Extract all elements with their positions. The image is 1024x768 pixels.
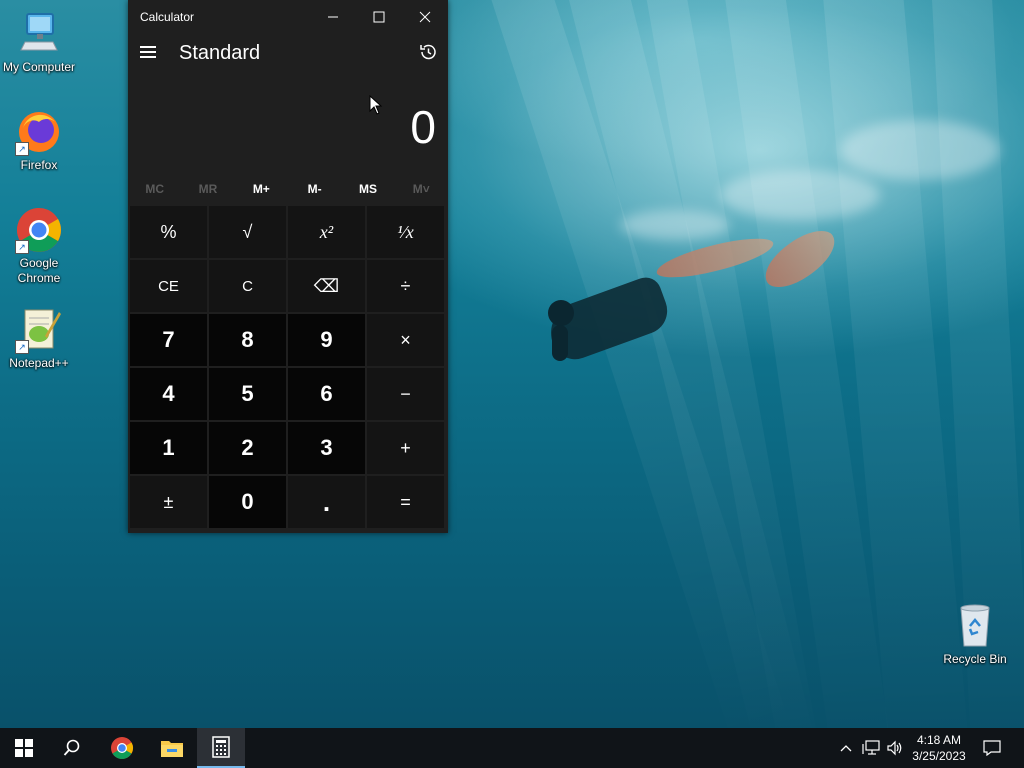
firefox-icon: ↗ [15, 108, 63, 156]
shortcut-arrow-icon: ↗ [15, 240, 29, 254]
equals-key[interactable]: = [367, 476, 444, 528]
clear-entry-key[interactable]: CE [130, 260, 207, 312]
backspace-key[interactable]: ⌫ [288, 260, 365, 312]
memory-store-button[interactable]: MS [341, 177, 394, 201]
taskbar-clock[interactable]: 4:18 AM 3/25/2023 [900, 732, 978, 764]
taskbar-chrome-button[interactable] [98, 728, 146, 768]
chevron-up-icon [840, 745, 852, 752]
recycle-bin-icon [951, 602, 999, 650]
taskbar-calculator-button[interactable] [197, 728, 245, 768]
shortcut-arrow-icon: ↗ [15, 142, 29, 156]
network-button[interactable] [860, 728, 882, 768]
digit-5-key[interactable]: 5 [209, 368, 286, 420]
notification-icon [983, 740, 1001, 756]
clock-date: 3/25/2023 [912, 749, 966, 763]
maximize-icon [373, 11, 385, 23]
file-explorer-icon [161, 741, 183, 757]
search-icon [63, 739, 80, 756]
windows-start-icon [15, 739, 33, 757]
digit-2-key[interactable]: 2 [209, 422, 286, 474]
mouse-cursor-icon [369, 95, 383, 115]
notepad-plus-plus-icon: ↗ [15, 306, 63, 354]
search-button[interactable] [48, 728, 96, 768]
calculator-icon [212, 736, 230, 758]
memory-clear-button[interactable]: MC [128, 177, 181, 201]
history-icon[interactable] [418, 42, 438, 62]
computer-icon [15, 10, 63, 58]
digit-1-key[interactable]: 1 [130, 422, 207, 474]
reciprocal-key[interactable]: ¹⁄x [367, 206, 444, 258]
navigation-menu-icon[interactable] [140, 46, 156, 58]
desktop-icon-label: Google Chrome [17, 256, 61, 285]
desktop-icon-firefox[interactable]: ↗ Firefox [1, 108, 77, 173]
multiply-key[interactable]: × [367, 314, 444, 366]
minimize-icon [328, 16, 338, 18]
notification-center-button[interactable] [978, 728, 1006, 768]
digit-7-key[interactable]: 7 [130, 314, 207, 366]
close-icon [419, 11, 431, 23]
subtract-key[interactable]: − [367, 368, 444, 420]
calculator-mode-title: Standard [179, 42, 261, 64]
result-display: 0 [410, 101, 436, 153]
square-key[interactable]: x² [288, 206, 365, 258]
close-button[interactable] [402, 0, 448, 34]
digit-9-key[interactable]: 9 [288, 314, 365, 366]
window-title: Calculator [140, 10, 195, 24]
calculator-window: Calculator Standard 0 MC MR M+ M- MS M˅ [128, 0, 448, 533]
digit-3-key[interactable]: 3 [288, 422, 365, 474]
desktop-icon-label: Recycle Bin [943, 652, 1007, 666]
memory-subtract-button[interactable]: M- [288, 177, 341, 201]
memory-row: MC MR M+ M- MS M˅ [128, 177, 448, 201]
digit-4-key[interactable]: 4 [130, 368, 207, 420]
clock-time: 4:18 AM [916, 733, 962, 747]
desktop-icon-my-computer[interactable]: My Computer [1, 10, 77, 75]
add-key[interactable]: + [367, 422, 444, 474]
negate-key[interactable]: ± [130, 476, 207, 528]
taskbar-file-explorer-button[interactable] [148, 728, 196, 768]
chrome-icon: ↗ [15, 206, 63, 254]
shortcut-arrow-icon: ↗ [15, 340, 29, 354]
desktop-icon-label: Firefox [20, 158, 58, 172]
title-bar[interactable]: Calculator [128, 0, 448, 34]
square-root-key[interactable]: √ [209, 206, 286, 258]
memory-recall-button[interactable]: MR [181, 177, 234, 201]
divide-key[interactable]: ÷ [367, 260, 444, 312]
digit-8-key[interactable]: 8 [209, 314, 286, 366]
taskbar: 4:18 AM 3/25/2023 [0, 728, 1024, 768]
decimal-key[interactable]: . [288, 476, 365, 528]
desktop-icon-recycle-bin[interactable]: Recycle Bin [937, 602, 1013, 667]
memory-add-button[interactable]: M+ [235, 177, 288, 201]
show-hidden-icons-button[interactable] [836, 728, 856, 768]
minimize-button[interactable] [310, 0, 356, 34]
desktop-icon-label: My Computer [2, 60, 76, 74]
clear-key[interactable]: C [209, 260, 286, 312]
desktop-icon-google-chrome[interactable]: ↗ Google Chrome [1, 206, 77, 286]
desktop-icon-notepad-plus-plus[interactable]: ↗ Notepad++ [1, 306, 77, 371]
start-button[interactable] [0, 728, 48, 768]
maximize-button[interactable] [356, 0, 402, 34]
network-icon [862, 740, 880, 755]
memory-list-button[interactable]: M˅ [395, 177, 448, 201]
desktop-icon-label: Notepad++ [9, 356, 69, 370]
keypad: % √ x² ¹⁄x CE C ⌫ ÷ 7 8 9 × 4 5 6 − 1 2 … [130, 206, 446, 528]
percent-key[interactable]: % [130, 206, 207, 258]
digit-6-key[interactable]: 6 [288, 368, 365, 420]
chrome-icon [111, 737, 133, 759]
digit-0-key[interactable]: 0 [209, 476, 286, 528]
